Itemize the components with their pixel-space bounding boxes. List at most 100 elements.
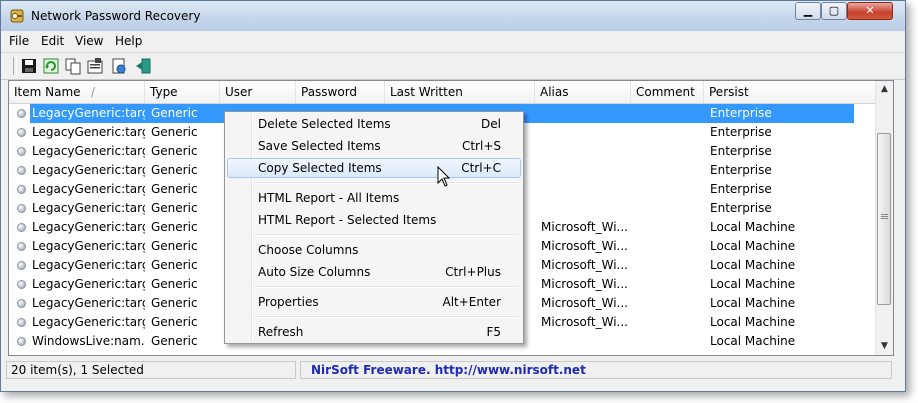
column-alias[interactable]: Alias [535, 81, 631, 103]
status-item-count: 20 item(s), 1 Selected [6, 361, 296, 379]
menu-help[interactable]: Help [115, 34, 142, 48]
cell-persist: Local Machine [710, 296, 796, 310]
cell-persist: Local Machine [710, 315, 796, 329]
maximize-icon: ▢ [828, 4, 840, 17]
cell-name: LegacyGeneric:targ... [32, 163, 145, 177]
menu-separator [255, 286, 519, 288]
cell-name: LegacyGeneric:targ... [32, 144, 145, 158]
menu-file[interactable]: File [9, 34, 29, 48]
item-bullet-icon [17, 299, 26, 308]
item-bullet-icon [17, 337, 26, 346]
column-password[interactable]: Password [296, 81, 385, 103]
cell-alias: Microsoft_Wi... [541, 258, 628, 272]
item-bullet-icon [17, 109, 26, 118]
scroll-thumb[interactable] [877, 133, 891, 305]
cell-persist: Enterprise [710, 144, 772, 158]
exit-icon[interactable] [134, 57, 152, 75]
cell-name: LegacyGeneric:targ... [32, 315, 145, 329]
cell-name: LegacyGeneric:targ... [32, 296, 145, 310]
cell-alias: Microsoft_Wi... [541, 277, 628, 291]
close-button[interactable]: ✕ [847, 2, 893, 20]
menu-item-properties[interactable]: Properties Alt+Enter [227, 292, 521, 312]
cell-alias: Microsoft_Wi... [541, 220, 628, 234]
menu-item-html-report-all[interactable]: HTML Report - All Items [227, 188, 521, 208]
menu-edit[interactable]: Edit [41, 34, 64, 48]
column-type[interactable]: Type [145, 81, 220, 103]
close-icon: ✕ [865, 4, 875, 17]
toolbar-grip [13, 57, 17, 75]
cell-type: Generic [151, 334, 198, 348]
item-bullet-icon [17, 166, 26, 175]
cell-persist: Enterprise [710, 201, 772, 215]
copy-icon[interactable] [64, 57, 82, 75]
cell-persist: Local Machine [710, 334, 796, 348]
item-bullet-icon [17, 128, 26, 137]
cell-name: WindowsLive:nam... [32, 334, 145, 348]
scroll-up-icon[interactable]: ▲ [876, 81, 893, 98]
refresh-icon[interactable] [42, 57, 60, 75]
menu-item-refresh[interactable]: Refresh F5 [227, 322, 521, 342]
cell-type: Generic [151, 163, 198, 177]
menu-item-choose-columns[interactable]: Choose Columns [227, 240, 521, 260]
properties-icon[interactable] [86, 57, 104, 75]
cell-persist: Local Machine [710, 239, 796, 253]
cell-type: Generic [151, 239, 198, 253]
column-comment[interactable]: Comment [631, 81, 704, 103]
cell-type: Generic [151, 258, 198, 272]
menu-item-html-report-selected[interactable]: HTML Report - Selected Items [227, 210, 521, 230]
cell-type: Generic [151, 144, 198, 158]
cell-name: LegacyGeneric:targ... [32, 220, 145, 234]
cell-type: Generic [151, 296, 198, 310]
cell-type: Generic [151, 220, 198, 234]
menu-item-auto-size-columns[interactable]: Auto Size Columns Ctrl+Plus [227, 262, 521, 282]
cell-name: LegacyGeneric:targ... [32, 125, 145, 139]
cell-type: Generic [151, 277, 198, 291]
item-bullet-icon [17, 280, 26, 289]
minimize-icon: ▁ [803, 4, 813, 17]
status-bar: 20 item(s), 1 Selected NirSoft Freeware.… [1, 359, 905, 382]
menu-separator [255, 234, 519, 236]
item-bullet-icon [17, 318, 26, 327]
title-bar[interactable]: Network Password Recovery ▁ ▢ ✕ [1, 1, 905, 31]
cell-persist: Enterprise [710, 163, 772, 177]
vertical-scrollbar[interactable]: ▲ ▼ [875, 81, 893, 355]
column-user[interactable]: User [220, 81, 296, 103]
app-icon [10, 9, 24, 23]
cell-type: Generic [151, 182, 198, 196]
column-item-name[interactable]: Item Name / [9, 81, 145, 103]
menu-item-delete-selected[interactable]: Delete Selected Items Del [227, 114, 521, 134]
menu-item-save-selected[interactable]: Save Selected Items Ctrl+S [227, 136, 521, 156]
cell-name: LegacyGeneric:targ... [32, 182, 145, 196]
item-bullet-icon [17, 204, 26, 213]
scroll-grip-icon [881, 214, 888, 215]
list-header: Item Name / Type User Password Last Writt… [9, 81, 877, 104]
status-credit-link[interactable]: NirSoft Freeware. http://www.nirsoft.net [300, 361, 892, 379]
cell-persist: Local Machine [710, 220, 796, 234]
menu-separator [255, 316, 519, 318]
menu-view[interactable]: View [75, 34, 103, 48]
cell-type: Generic [151, 125, 198, 139]
menu-separator [255, 182, 519, 184]
cell-type: Generic [151, 106, 198, 120]
cell-name: LegacyGeneric:targ... [32, 106, 145, 120]
cell-persist: Local Machine [710, 258, 796, 272]
cell-type: Generic [151, 201, 198, 215]
cell-alias: Microsoft_Wi... [541, 315, 628, 329]
scroll-down-icon[interactable]: ▼ [876, 338, 893, 355]
report-icon[interactable] [110, 57, 128, 75]
column-persist[interactable]: Persist [704, 81, 877, 103]
cell-name: LegacyGeneric:targ... [32, 201, 145, 215]
cell-name: LegacyGeneric:targ... [32, 239, 145, 253]
cell-name: LegacyGeneric:targ... [32, 258, 145, 272]
maximize-button[interactable]: ▢ [821, 2, 847, 20]
cell-persist: Enterprise [710, 182, 772, 196]
cell-persist: Local Machine [710, 277, 796, 291]
toolbar [1, 52, 905, 80]
save-icon[interactable] [20, 57, 38, 75]
column-last-written[interactable]: Last Written [385, 81, 535, 103]
cell-persist: Enterprise [710, 106, 772, 120]
minimize-button[interactable]: ▁ [795, 2, 821, 20]
menu-item-copy-selected[interactable]: Copy Selected Items Ctrl+C [227, 158, 521, 178]
item-bullet-icon [17, 223, 26, 232]
cell-alias: Microsoft_Wi... [541, 239, 628, 253]
